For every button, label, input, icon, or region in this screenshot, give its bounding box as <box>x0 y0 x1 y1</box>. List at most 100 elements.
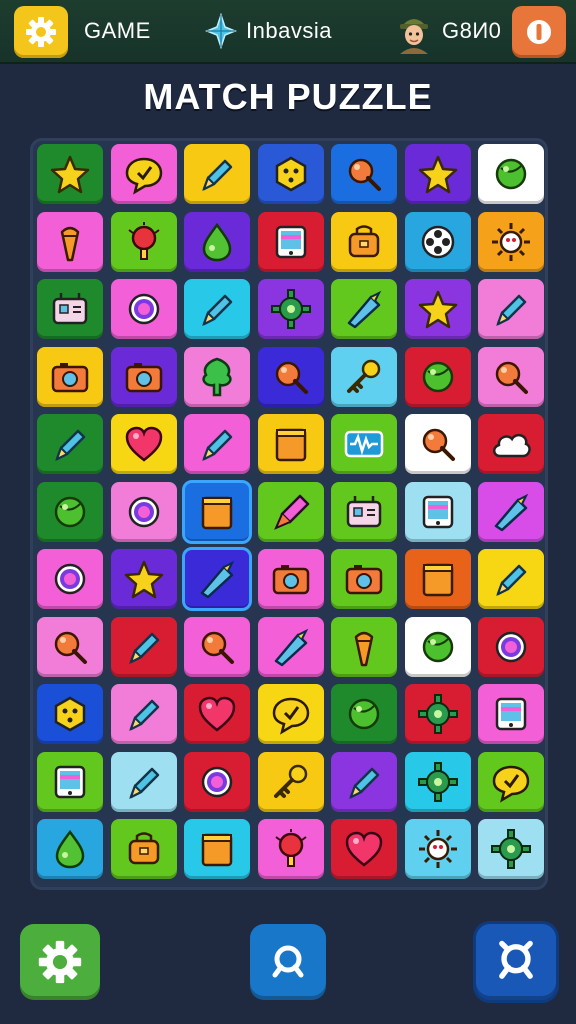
ring-icon <box>495 631 527 662</box>
tile-gear[interactable] <box>404 751 471 812</box>
tile-device[interactable] <box>37 751 103 812</box>
tile-heart[interactable] <box>331 819 397 879</box>
tile-box[interactable] <box>184 819 250 879</box>
star-icon <box>124 560 163 599</box>
tile-ball[interactable] <box>331 684 397 744</box>
settings-top-button[interactable] <box>14 6 68 58</box>
tile-bag[interactable] <box>331 211 397 272</box>
tile-pen[interactable] <box>184 414 250 474</box>
tile-pen[interactable] <box>184 279 250 339</box>
tile-sun[interactable] <box>404 819 471 879</box>
tile-chat[interactable] <box>257 684 324 744</box>
tile-robot[interactable] <box>37 279 103 339</box>
tile-pin[interactable] <box>184 616 250 677</box>
tile-pen[interactable] <box>478 279 544 339</box>
star-icon <box>418 155 457 194</box>
tile-pen[interactable] <box>110 684 177 744</box>
tile-device[interactable] <box>478 684 544 744</box>
tile-device[interactable] <box>257 211 324 272</box>
tile-gear[interactable] <box>257 279 324 339</box>
tile-box[interactable] <box>404 549 471 609</box>
tile-star[interactable] <box>37 144 103 204</box>
wave-icon <box>344 430 384 458</box>
tile-pen[interactable] <box>478 549 544 609</box>
tile-heart[interactable] <box>184 684 250 744</box>
film-icon <box>421 225 454 258</box>
tile-shuttle[interactable] <box>331 279 397 339</box>
player-avatar-icon[interactable] <box>396 10 432 54</box>
pen-icon <box>128 699 159 732</box>
tile-ring[interactable] <box>478 616 544 677</box>
tile-box[interactable] <box>182 479 252 544</box>
tile-drop[interactable] <box>184 211 250 272</box>
tile-tree[interactable] <box>184 346 250 407</box>
settings-button[interactable] <box>20 924 100 1000</box>
tile-star[interactable] <box>110 549 177 609</box>
tile-shuttle[interactable] <box>478 481 544 542</box>
robot-icon <box>52 293 88 325</box>
tile-heart[interactable] <box>110 414 177 474</box>
tile-hex[interactable] <box>257 144 324 204</box>
tile-star[interactable] <box>404 279 471 339</box>
cloud-icon <box>493 433 531 458</box>
tile-pin[interactable] <box>257 346 324 407</box>
tile-device[interactable] <box>404 481 471 542</box>
tile-camera[interactable] <box>110 346 177 407</box>
tile-key[interactable] <box>257 751 324 812</box>
tile-ball[interactable] <box>37 481 103 542</box>
info-top-button[interactable] <box>512 6 566 58</box>
tile-camera[interactable] <box>331 549 397 609</box>
robot-icon <box>346 495 382 527</box>
tile-camera[interactable] <box>37 346 103 407</box>
tile-ring[interactable] <box>110 279 177 339</box>
tile-cone[interactable] <box>37 211 103 272</box>
tile-pin[interactable] <box>331 144 397 204</box>
tile-box[interactable] <box>257 414 324 474</box>
tile-film[interactable] <box>404 211 471 272</box>
tile-hex[interactable] <box>37 684 103 744</box>
tile-pen[interactable] <box>110 616 177 677</box>
tile-pin[interactable] <box>404 414 471 474</box>
tile-pin[interactable] <box>478 346 544 407</box>
tile-wave[interactable] <box>331 414 397 474</box>
tile-bulb[interactable] <box>257 819 324 879</box>
tile-cone[interactable] <box>331 616 397 677</box>
hint-search-button[interactable] <box>250 924 326 1000</box>
tile-drop[interactable] <box>37 819 103 879</box>
tile-ball[interactable] <box>404 346 471 407</box>
tile-bag[interactable] <box>110 819 177 879</box>
tile-rocket[interactable] <box>257 481 324 542</box>
hex-icon <box>54 696 86 732</box>
tile-pin[interactable] <box>37 616 103 677</box>
tile-pen[interactable] <box>37 414 103 474</box>
pen-icon <box>55 429 86 462</box>
tile-sun[interactable] <box>478 211 544 272</box>
tile-key[interactable] <box>331 346 397 407</box>
tile-cloud[interactable] <box>478 414 544 474</box>
device-icon <box>275 225 306 258</box>
tile-pen[interactable] <box>184 144 250 204</box>
tile-robot[interactable] <box>331 481 397 542</box>
tile-pen[interactable] <box>331 751 397 812</box>
tile-ball[interactable] <box>404 616 471 677</box>
tile-pen[interactable] <box>110 751 177 812</box>
tile-shuttle[interactable] <box>257 616 324 677</box>
tile-bulb[interactable] <box>110 211 177 272</box>
tile-camera[interactable] <box>257 549 324 609</box>
tile-ring[interactable] <box>184 751 250 812</box>
top-bar: GAME Inbavsia G8И0 <box>0 0 576 64</box>
tile-gear[interactable] <box>478 819 544 879</box>
tile-chat[interactable] <box>478 751 544 812</box>
tile-gear[interactable] <box>404 684 471 744</box>
game-label: GAME <box>84 18 151 43</box>
tile-ball[interactable] <box>478 144 544 204</box>
search-button[interactable] <box>476 924 556 1000</box>
tile-ring[interactable] <box>37 549 103 609</box>
tile-chat[interactable] <box>110 144 177 204</box>
tile-shuttle[interactable] <box>182 547 252 611</box>
gear-icon <box>491 829 531 869</box>
tile-star[interactable] <box>404 144 471 204</box>
drop-icon <box>202 222 232 261</box>
gear-icon <box>417 761 458 802</box>
tile-ring[interactable] <box>110 481 177 542</box>
